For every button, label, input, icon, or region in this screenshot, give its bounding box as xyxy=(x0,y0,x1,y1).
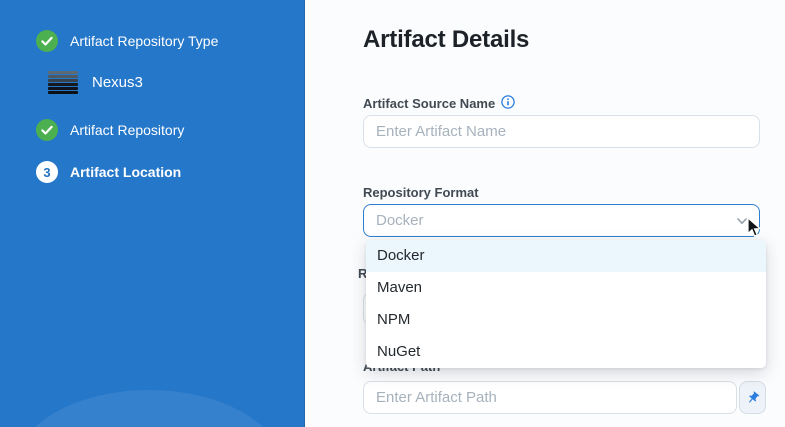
wizard-sidebar: Artifact Repository Type Nexus3 Artifact… xyxy=(0,0,305,427)
chevron-down-icon xyxy=(735,214,749,233)
repository-format-value: Docker xyxy=(376,212,424,229)
dropdown-option-npm[interactable]: NPM xyxy=(366,304,766,336)
dropdown-option-nuget[interactable]: NuGet xyxy=(366,336,766,368)
sidebar-step-artifact-repository[interactable]: Artifact Repository xyxy=(36,119,184,141)
info-icon[interactable] xyxy=(501,95,515,112)
step-label: Artifact Repository Type xyxy=(70,33,218,49)
page-title: Artifact Details xyxy=(363,26,529,54)
nexus3-stack-icon xyxy=(48,71,78,94)
repository-format-select[interactable]: Docker xyxy=(363,204,760,237)
pin-button[interactable] xyxy=(739,381,766,414)
artifact-wizard-window: Artifact Repository Type Nexus3 Artifact… xyxy=(0,0,785,427)
sidebar-item-nexus3[interactable]: Nexus3 xyxy=(48,71,143,94)
step-label: Artifact Repository xyxy=(70,122,184,138)
artifact-source-name-label: Artifact Source Name xyxy=(363,95,515,112)
repository-format-label: Repository Format xyxy=(363,185,479,200)
dropdown-option-docker[interactable]: Docker xyxy=(366,240,766,272)
step-number-badge: 3 xyxy=(36,161,58,183)
dropdown-option-maven[interactable]: Maven xyxy=(366,272,766,304)
check-icon xyxy=(36,119,58,141)
sidebar-decor-circle xyxy=(14,390,284,427)
artifact-source-name-input[interactable] xyxy=(363,115,760,148)
pin-icon xyxy=(743,388,763,408)
check-icon xyxy=(36,30,58,52)
artifact-path-input[interactable] xyxy=(363,381,737,414)
step-label: Nexus3 xyxy=(92,74,143,91)
step-label: Artifact Location xyxy=(70,164,181,180)
sidebar-step-artifact-repository-type[interactable]: Artifact Repository Type xyxy=(36,30,218,52)
sidebar-step-artifact-location[interactable]: 3 Artifact Location xyxy=(36,161,181,183)
repository-format-dropdown: Docker Maven NPM NuGet xyxy=(366,240,766,368)
